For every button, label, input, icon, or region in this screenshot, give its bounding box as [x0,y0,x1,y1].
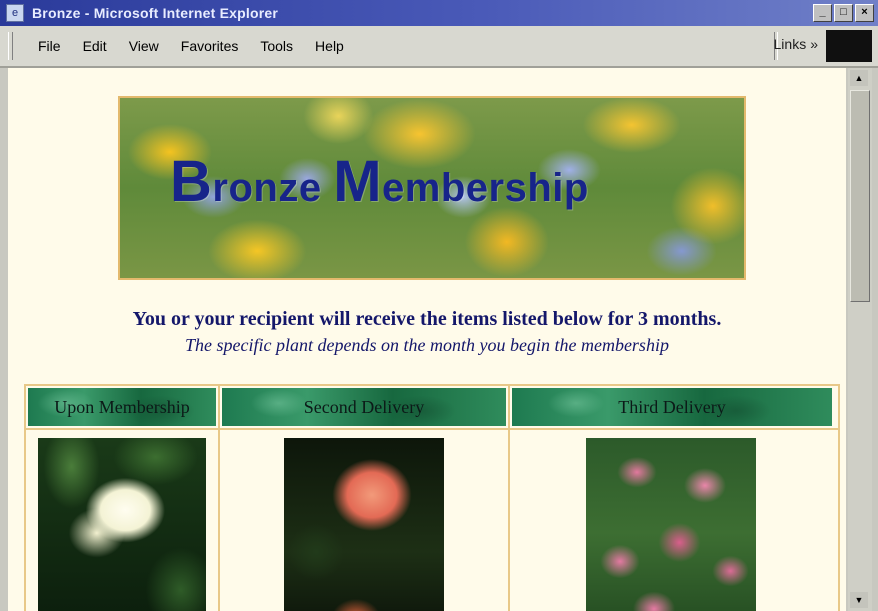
column-header-third-delivery: Third Delivery [512,388,832,426]
menu-view[interactable]: View [120,38,172,54]
row-divider [26,428,838,430]
chevron-right-icon: » [810,36,818,52]
menu-help[interactable]: Help [306,38,357,54]
column-header-upon-membership: Upon Membership [28,388,216,426]
banner-image: Bronze Membership [118,96,746,280]
menu-items: File Edit View Favorites Tools Help [29,38,357,54]
minimize-button[interactable]: _ [813,4,832,22]
window-controls: _ □ × [813,4,874,22]
column-divider [508,386,510,611]
menu-favorites[interactable]: Favorites [172,38,252,54]
maximize-button[interactable]: □ [834,4,853,22]
title-bar: e Bronze - Microsoft Internet Explorer _… [0,0,878,26]
gardenia-photo [38,438,206,611]
links-label: Links [773,36,807,52]
banner-title: Bronze Membership [170,149,589,214]
column-divider [218,386,220,611]
page-heading: You or your recipient will receive the i… [132,308,722,330]
ie-throbber-icon [826,30,872,62]
scroll-up-icon[interactable]: ▲ [850,70,868,86]
close-button[interactable]: × [855,4,874,22]
page-viewport: Bronze Membership You or your recipient … [8,68,846,611]
links-button[interactable]: Links » [774,36,818,52]
vertical-scrollbar[interactable]: ▲ ▼ [848,68,872,611]
menu-tools[interactable]: Tools [251,38,306,54]
scroll-down-icon[interactable]: ▼ [850,592,868,608]
menu-bar: File Edit View Favorites Tools Help Link… [0,26,878,68]
delivery-table: Upon Membership Second Delivery Third De… [24,384,840,611]
scroll-thumb[interactable] [850,90,870,302]
ie-page-icon: e [6,4,24,22]
rose-photo [284,438,444,611]
menu-edit[interactable]: Edit [74,38,120,54]
column-header-second-delivery: Second Delivery [222,388,506,426]
menu-file[interactable]: File [29,38,74,54]
toolbar-grip[interactable] [8,32,13,60]
page-subheading: The specific plant depends on the month … [185,335,669,355]
window-title: Bronze - Microsoft Internet Explorer [32,5,279,21]
lily-photo [586,438,756,611]
